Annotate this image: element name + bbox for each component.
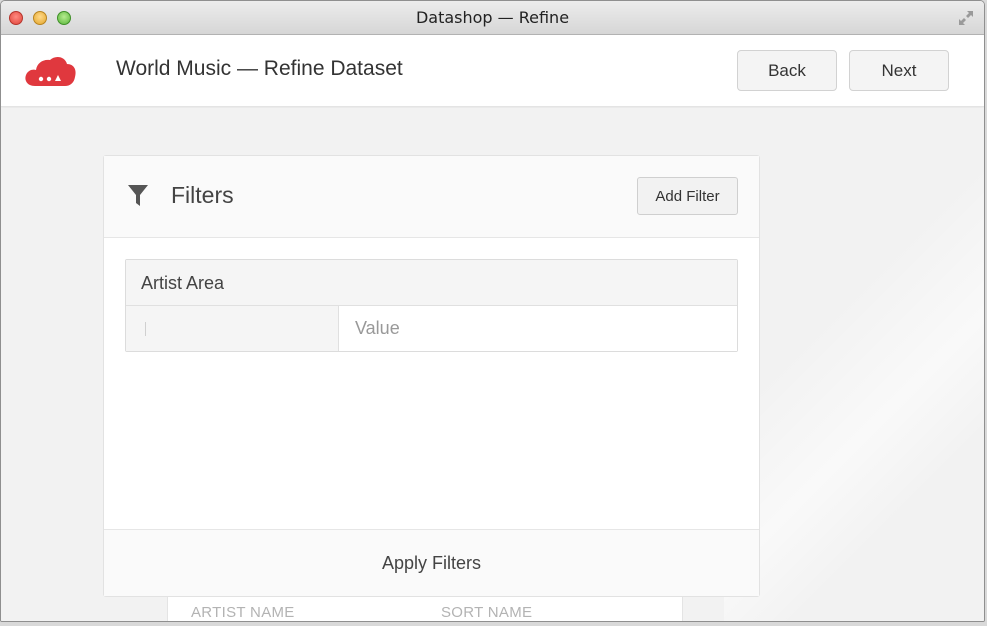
filter-funnel-icon [128,185,148,206]
add-filter-button[interactable]: Add Filter [637,177,738,215]
filters-panel-header: Filters Add Filter [104,156,759,238]
operator-divider [145,322,146,336]
filters-title: Filters [171,182,234,208]
filter-operator-select[interactable] [126,306,339,351]
filter-value-input[interactable] [339,306,737,351]
filter-field-label: Artist Area [141,273,225,293]
column-header-sort-name[interactable]: SORT NAME [441,604,532,621]
column-header-artist-name[interactable]: ARTIST NAME [191,604,295,621]
filters-panel-footer: Apply Filters [104,529,759,596]
cloud-logo-icon [25,56,76,86]
background-decoration [724,108,984,621]
back-button[interactable]: Back [737,50,837,91]
filter-row: Artist Area [125,259,738,352]
fullscreen-icon[interactable] [956,8,976,28]
title-bar: Datashop — Refine [1,1,984,35]
next-button[interactable]: Next [849,50,949,91]
page-title: World Music — Refine Dataset [116,57,403,80]
apply-filters-button[interactable]: Apply Filters [362,545,501,582]
filters-panel: Filters Add Filter Artist Area Apply Fil… [103,155,760,597]
app-header: World Music — Refine Dataset Back Next [1,35,984,107]
main-content: ARTIST NAME SORT NAME Filters Add Filter… [1,108,984,621]
app-window: Datashop — Refine World Music — Refine D… [0,0,985,622]
filter-field-header[interactable]: Artist Area [126,260,737,306]
window-title: Datashop — Refine [415,8,570,27]
